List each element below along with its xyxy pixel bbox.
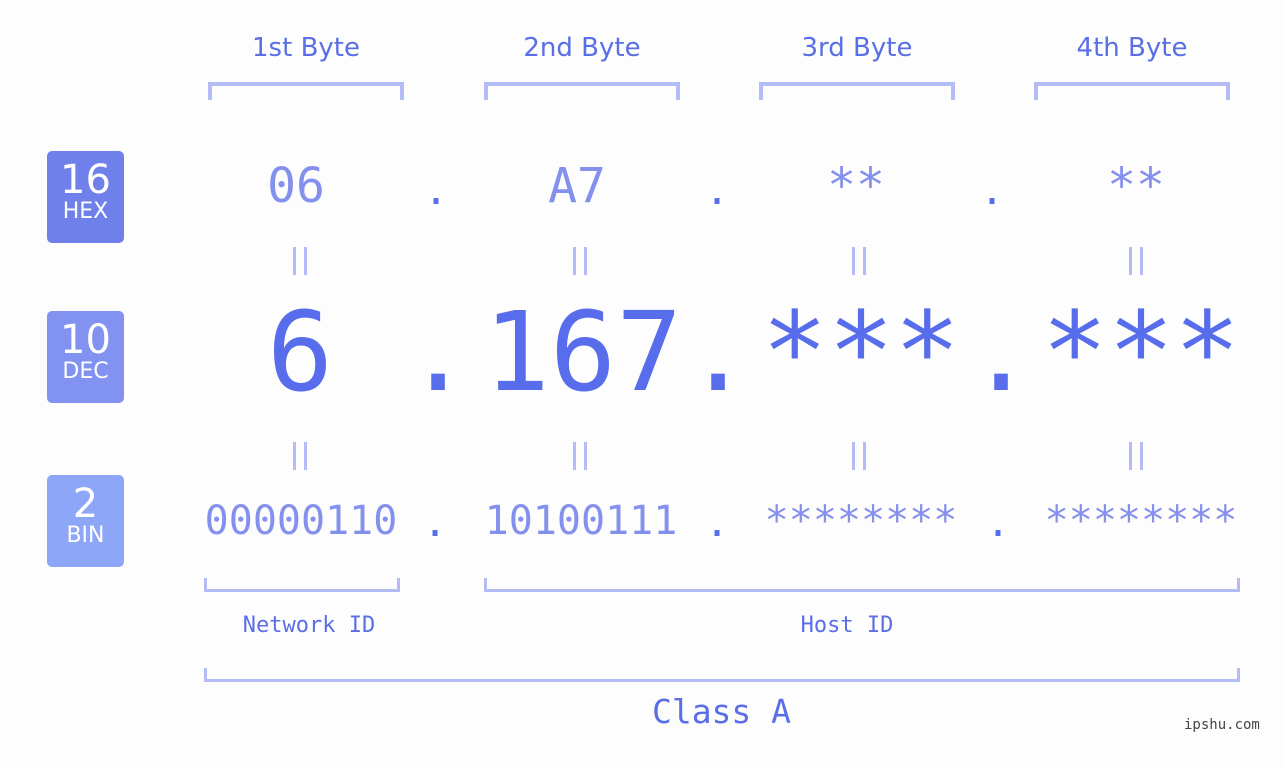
byte-bracket-3 (759, 82, 955, 100)
bin-byte-1: 00000110 (204, 498, 398, 544)
bin-badge-label: BIN (66, 523, 105, 548)
network-id-label: Network ID (242, 613, 376, 638)
bin-byte-2: 10100111 (484, 498, 678, 544)
byte-bracket-4 (1034, 82, 1230, 100)
byte-header-3: 3rd Byte (801, 33, 913, 63)
hex-badge: 16 HEX (47, 151, 124, 243)
dec-badge: 10 DEC (47, 311, 124, 403)
hex-separator-2: . (704, 168, 730, 214)
hex-separator-3: . (979, 168, 1005, 214)
equals-icon (293, 247, 307, 275)
bin-separator-2: . (704, 500, 730, 546)
equals-icon (852, 247, 866, 275)
hex-separator-1: . (423, 168, 449, 214)
class-label: Class A (651, 692, 792, 731)
bin-separator-3: . (985, 500, 1011, 546)
dec-separator-1: . (405, 288, 472, 416)
byte-header-2: 2nd Byte (523, 33, 641, 63)
bin-separator-1: . (422, 500, 448, 546)
network-id-bracket (204, 578, 400, 592)
dec-badge-label: DEC (62, 359, 109, 384)
bin-badge: 2 BIN (47, 475, 124, 567)
equals-icon (293, 442, 307, 470)
byte-bracket-1 (208, 82, 404, 100)
hex-byte-2: A7 (548, 158, 606, 214)
hex-byte-1: 06 (267, 158, 325, 214)
hex-byte-4: ** (1107, 158, 1165, 214)
equals-icon (1129, 442, 1143, 470)
equals-icon (852, 442, 866, 470)
dec-separator-2: . (685, 288, 752, 416)
hex-badge-base: 16 (60, 157, 111, 203)
dec-badge-base: 10 (60, 317, 111, 363)
host-id-bracket (484, 578, 1240, 592)
hex-badge-label: HEX (62, 199, 109, 224)
dec-separator-3: . (968, 288, 1035, 416)
byte-header-4: 4th Byte (1076, 33, 1188, 63)
bin-badge-base: 2 (72, 481, 99, 527)
byte-bracket-2 (484, 82, 680, 100)
dec-byte-2: 167 (483, 288, 683, 416)
bin-byte-3: ******** (764, 498, 958, 544)
hex-byte-3: ** (827, 158, 885, 214)
equals-icon (573, 247, 587, 275)
bin-byte-4: ******** (1044, 498, 1238, 544)
byte-header-1: 1st Byte (252, 33, 360, 63)
host-id-label: Host ID (800, 613, 894, 638)
class-bracket (204, 668, 1240, 682)
dec-byte-4: *** (1041, 288, 1241, 416)
watermark: ipshu.com (1184, 717, 1260, 733)
dec-byte-3: *** (761, 288, 961, 416)
equals-icon (573, 442, 587, 470)
dec-byte-1: 6 (266, 288, 334, 416)
equals-icon (1129, 247, 1143, 275)
